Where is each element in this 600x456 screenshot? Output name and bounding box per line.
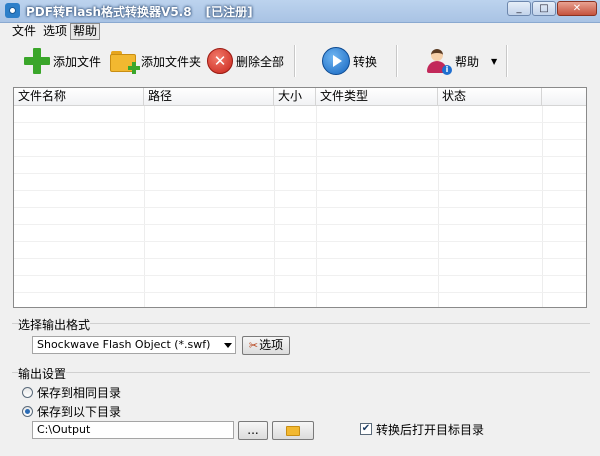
menu-bar: 文件 选项 帮助 [0, 23, 600, 41]
open-after-checkbox[interactable]: ✔ [360, 423, 372, 435]
column-header-size[interactable]: 大小 [274, 88, 316, 105]
open-after-convert-option[interactable]: ✔ 转换后打开目标目录 [360, 421, 484, 437]
list-item [14, 106, 586, 123]
menu-file[interactable]: 文件 [10, 24, 38, 39]
toolbar: 添加文件 添加文件夹 ✕ 删除全部 转换 i 帮助 ▼ [0, 41, 600, 83]
menu-help[interactable]: 帮助 [70, 23, 101, 40]
minimize-button[interactable]: _ [507, 1, 531, 16]
open-folder-button[interactable] [272, 421, 314, 440]
tools-icon: ✂ [248, 339, 259, 352]
browse-button[interactable]: ... [238, 421, 268, 440]
output-format-select[interactable]: Shockwave Flash Object (*.swf) [32, 336, 236, 354]
list-item [14, 123, 586, 140]
delete-all-button[interactable]: ✕ 删除全部 [207, 41, 284, 81]
add-file-button[interactable]: 添加文件 [24, 41, 101, 81]
group-divider [12, 372, 590, 373]
radio-button-checked[interactable] [22, 405, 33, 417]
chevron-down-icon [224, 343, 232, 348]
title-bar: PDF转Flash格式转换器V5.8 [已注册] _ □ ✕ [0, 0, 600, 23]
list-item [14, 225, 586, 242]
output-format-value: Shockwave Flash Object (*.swf) [37, 338, 211, 351]
list-item [14, 208, 586, 225]
maximize-button[interactable]: □ [532, 1, 556, 16]
output-format-title: 选择输出格式 [18, 316, 91, 333]
column-header-type[interactable]: 文件类型 [316, 88, 438, 105]
output-path-input[interactable]: C:\Output [32, 421, 234, 439]
menu-options[interactable]: 选项 [41, 24, 69, 39]
toolbar-separator [294, 45, 296, 77]
file-list-body [14, 106, 586, 307]
add-folder-label: 添加文件夹 [141, 54, 202, 69]
list-item [14, 242, 586, 259]
list-item [14, 259, 586, 276]
column-header-status[interactable]: 状态 [438, 88, 542, 105]
list-item [14, 276, 586, 293]
toolbar-separator [396, 45, 398, 77]
toolbar-separator [506, 45, 508, 77]
folder-add-icon [110, 50, 140, 74]
column-header-path[interactable]: 路径 [144, 88, 274, 105]
radio-button[interactable] [22, 386, 33, 398]
output-settings-title: 输出设置 [18, 365, 67, 382]
delete-all-label: 删除全部 [236, 54, 285, 69]
column-header-name[interactable]: 文件名称 [14, 88, 144, 105]
window-title: PDF转Flash格式转换器V5.8 [已注册] [26, 3, 253, 20]
delete-icon: ✕ [207, 48, 233, 74]
radio-custom-dir[interactable]: 保存到以下目录 [22, 403, 121, 419]
format-options-label: 选项 [259, 338, 284, 352]
file-list[interactable]: 文件名称 路径 大小 文件类型 状态 [13, 87, 587, 308]
help-person-icon: i [425, 48, 452, 75]
add-file-label: 添加文件 [53, 54, 102, 69]
help-button[interactable]: i 帮助 ▼ [425, 41, 497, 81]
format-options-button[interactable]: ✂选项 [242, 336, 290, 355]
chevron-down-icon[interactable]: ▼ [491, 57, 497, 66]
list-item [14, 191, 586, 208]
play-icon [322, 47, 350, 75]
registration-status: [已注册] [205, 5, 253, 19]
app-icon [5, 3, 20, 18]
radio-same-dir-label: 保存到相同目录 [37, 385, 122, 400]
help-label: 帮助 [455, 54, 480, 69]
add-icon [24, 48, 50, 74]
list-item [14, 174, 586, 191]
open-after-label: 转换后打开目标目录 [376, 422, 485, 437]
group-divider [12, 323, 590, 324]
convert-button[interactable]: 转换 [322, 41, 377, 81]
window-title-text: PDF转Flash格式转换器V5.8 [26, 5, 192, 19]
file-list-header: 文件名称 路径 大小 文件类型 状态 [14, 88, 586, 106]
close-button[interactable]: ✕ [557, 1, 597, 16]
list-item [14, 140, 586, 157]
list-item [14, 293, 586, 307]
radio-custom-dir-label: 保存到以下目录 [37, 404, 122, 419]
convert-label: 转换 [353, 54, 378, 69]
list-item [14, 157, 586, 174]
folder-icon [286, 426, 300, 436]
add-folder-button[interactable]: 添加文件夹 [110, 41, 201, 81]
radio-same-dir[interactable]: 保存到相同目录 [22, 384, 121, 400]
